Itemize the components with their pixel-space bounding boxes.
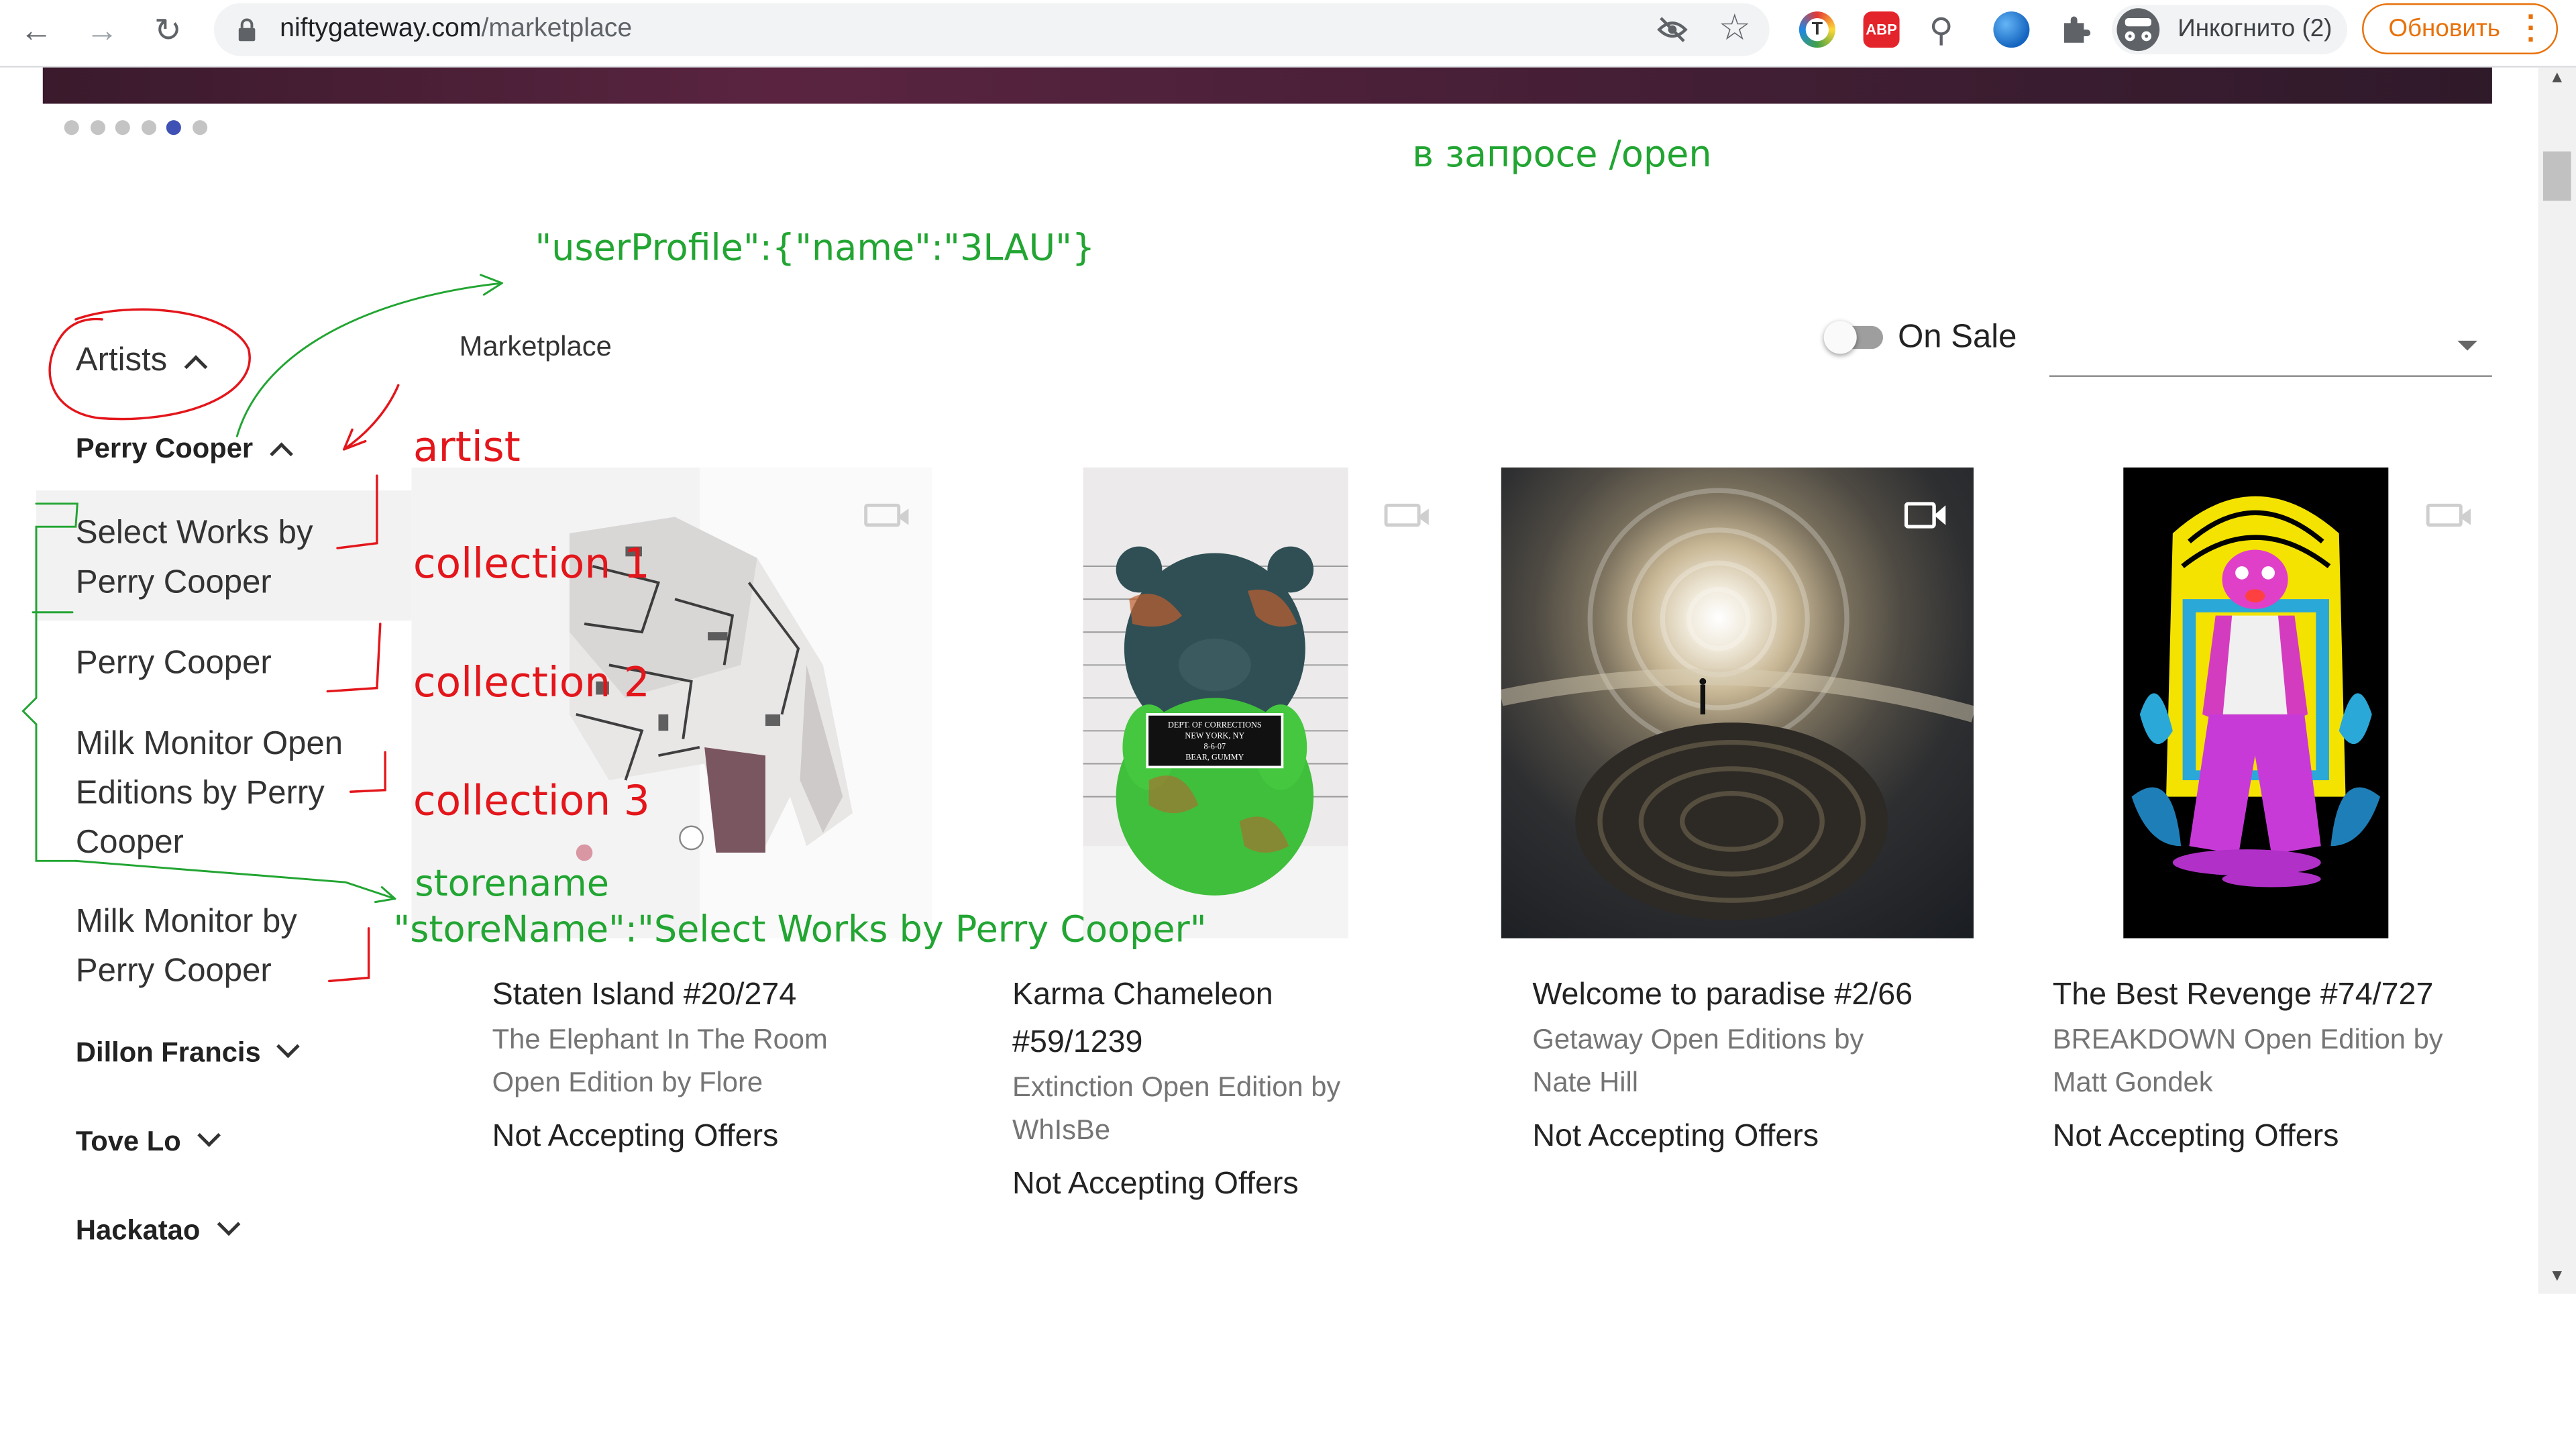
annotation-collection-1: collection 1 [413, 539, 650, 588]
annotation-arrow-storename [74, 859, 396, 900]
annotation-bracket-collections [21, 502, 78, 862]
annotation-collection-3: collection 3 [413, 777, 650, 825]
annotation-circle-artists [48, 308, 251, 421]
annotation-store-name-value: "storeName":"Select Works by Perry Coope… [393, 910, 1207, 952]
annotation-storename: storename [415, 864, 609, 906]
annotation-artist: artist [413, 423, 521, 471]
annotation-arrow-user-profile [235, 282, 503, 437]
annotation-bracket-milk-monitor [328, 927, 370, 983]
annotation-bracket-collection1 [336, 474, 378, 549]
annotation-user-profile: "userProfile":{"name":"3LAU"} [535, 229, 1095, 270]
annotation-arrow-artist [343, 384, 400, 451]
annotation-strokes [21, 274, 503, 983]
annotation-bracket-collection2 [326, 623, 382, 693]
annotation-request-open: в запросе /open [1412, 135, 1712, 176]
annotation-collection-2: collection 2 [413, 658, 650, 706]
annotation-bracket-collection3 [349, 751, 386, 793]
